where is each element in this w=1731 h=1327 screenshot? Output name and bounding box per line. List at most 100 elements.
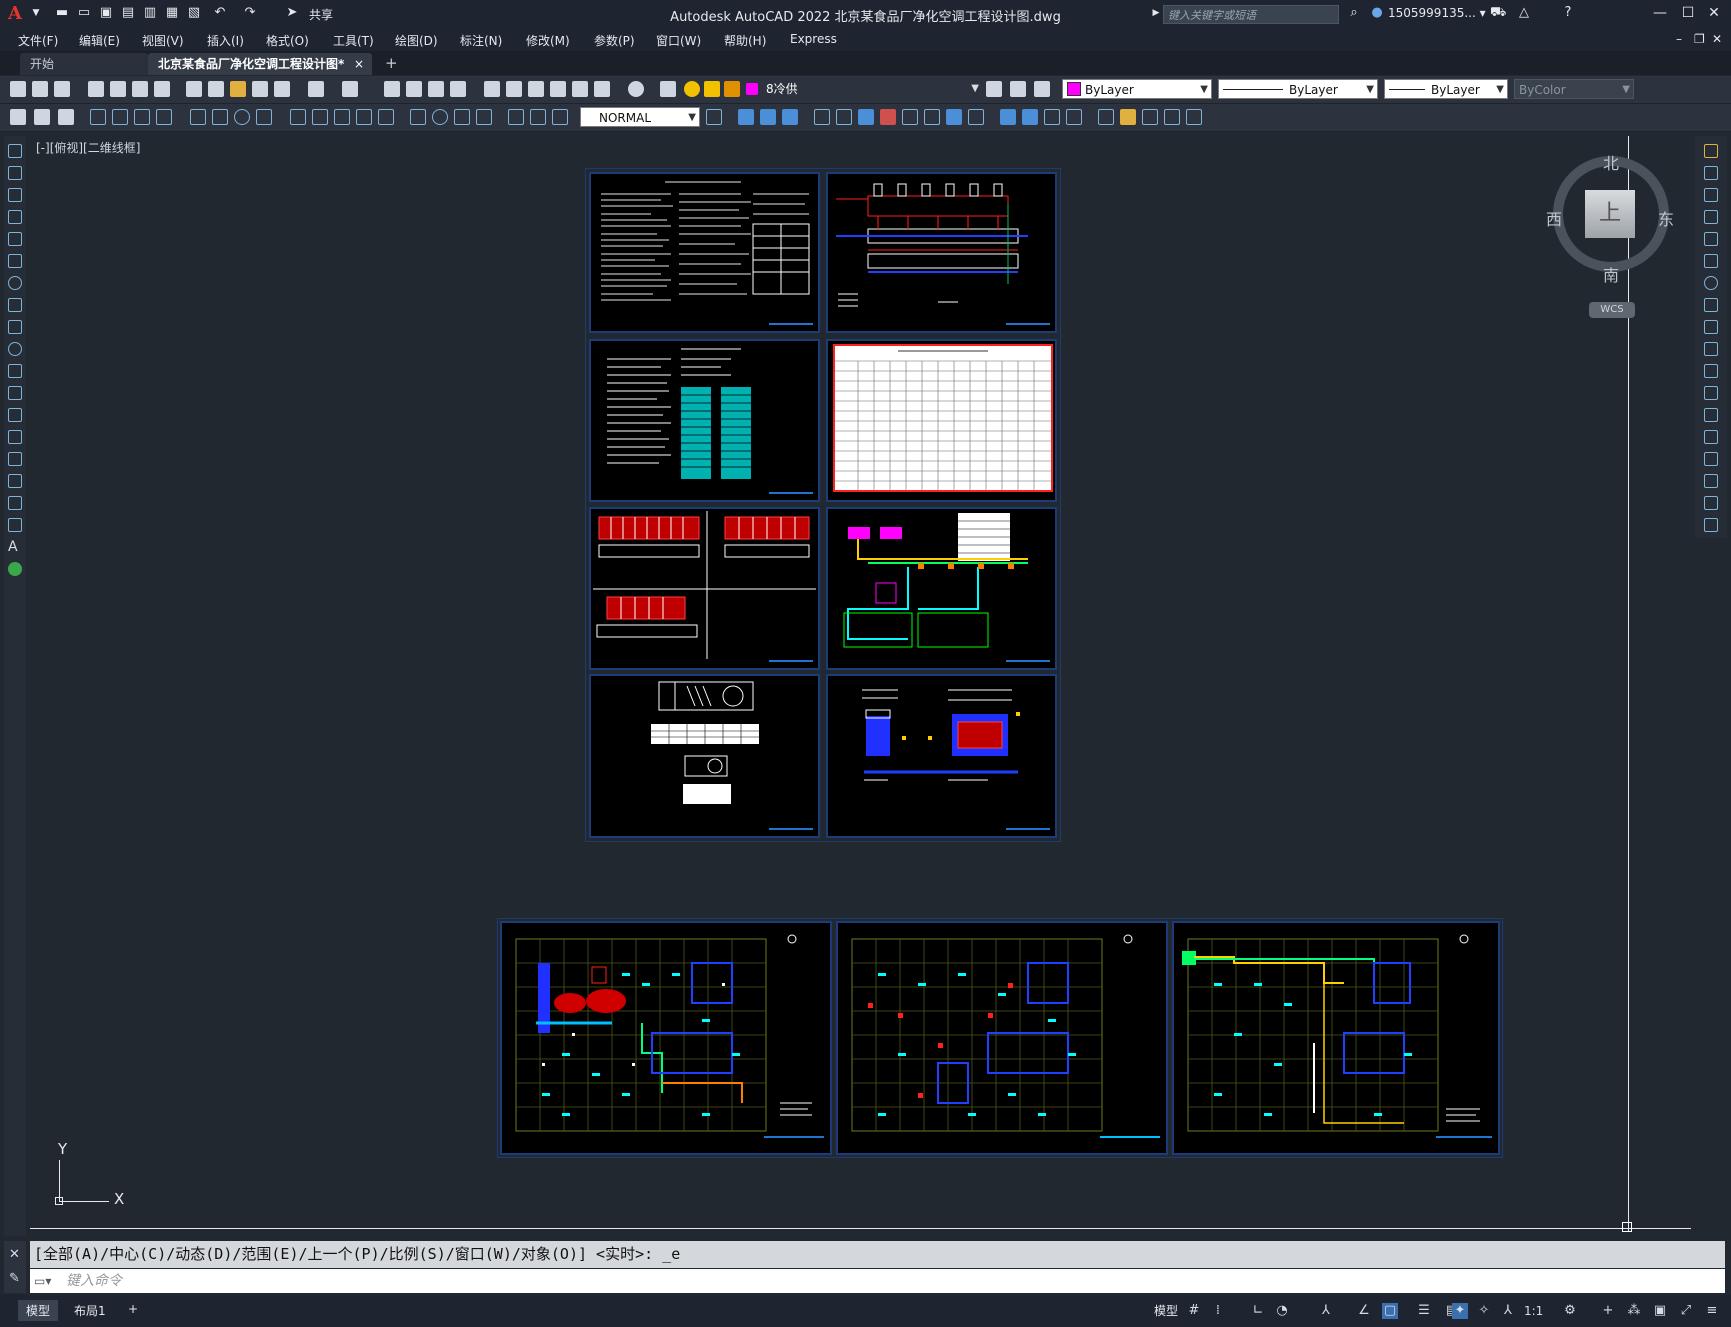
new-icon[interactable] (10, 81, 26, 97)
preview-icon[interactable] (110, 81, 126, 97)
modify-3-icon[interactable] (858, 109, 874, 125)
layer-iso-icon[interactable] (34, 109, 50, 125)
dim-text-edit-icon[interactable] (530, 109, 546, 125)
help-tb-icon[interactable] (628, 81, 644, 97)
modify-8-icon[interactable] (968, 109, 984, 125)
polygon-icon[interactable] (8, 210, 22, 224)
compass-west[interactable]: 西 (1546, 206, 1562, 230)
block-editor-icon[interactable] (274, 81, 290, 97)
blend-icon[interactable] (1704, 496, 1718, 510)
insert-block-icon[interactable] (8, 386, 22, 400)
menu-modify[interactable]: 修改(M) (526, 32, 570, 49)
copy-object-icon[interactable] (1704, 166, 1718, 180)
fillet-icon[interactable] (1704, 474, 1718, 488)
copy-icon[interactable] (208, 81, 224, 97)
radius-dim-icon[interactable] (190, 109, 206, 125)
redo-icon[interactable]: ↷ (242, 6, 258, 20)
join-icon[interactable] (1704, 430, 1718, 444)
modify-2-icon[interactable] (836, 109, 852, 125)
dim-space-icon[interactable] (356, 109, 372, 125)
layer-lock-icon[interactable] (724, 81, 740, 97)
tolerance-icon[interactable] (410, 109, 426, 125)
aligned-dim-icon[interactable] (112, 109, 128, 125)
zoom-realtime-icon[interactable] (406, 81, 422, 97)
dim-edit-icon[interactable] (508, 109, 524, 125)
tab-model[interactable]: 模型 (18, 1300, 59, 1321)
point-icon[interactable] (8, 430, 22, 444)
lineweight-icon[interactable]: ☰ (1416, 1303, 1432, 1319)
match-properties-icon[interactable] (252, 81, 268, 97)
jogged-dim-icon[interactable] (212, 109, 228, 125)
dim-update-icon[interactable] (552, 109, 568, 125)
move-icon[interactable] (1704, 254, 1718, 268)
erase-icon[interactable] (1704, 144, 1718, 158)
close-button[interactable]: ✕ (1704, 4, 1724, 22)
share-icon[interactable]: ➤ (284, 6, 300, 20)
new-file-icon[interactable]: ▬ (54, 6, 70, 20)
ellipse-icon[interactable] (8, 342, 22, 356)
help-icon[interactable]: ? (1560, 6, 1576, 20)
autodesk-app-icon[interactable]: △ (1516, 6, 1532, 20)
customize-icon[interactable]: ≡ (1704, 1303, 1720, 1319)
menu-draw[interactable]: 绘图(D) (395, 32, 438, 49)
circle-icon[interactable] (8, 276, 22, 290)
layer-properties-icon[interactable] (660, 81, 676, 97)
pan-icon[interactable] (384, 81, 400, 97)
jogged-linear-icon[interactable] (476, 109, 492, 125)
gradient-icon[interactable] (8, 474, 22, 488)
app-menu-chevron-icon[interactable]: ▼ (28, 6, 44, 20)
drawing-sheet-ahu-sections[interactable] (589, 507, 820, 670)
make-current-icon[interactable] (986, 81, 1002, 97)
linear-dim-icon[interactable] (90, 109, 106, 125)
extend-icon[interactable] (1704, 364, 1718, 378)
menu-help[interactable]: 帮助(H) (724, 32, 766, 49)
layer-on-icon[interactable] (684, 81, 700, 97)
scale-icon[interactable] (1704, 298, 1718, 312)
sheet-set-icon[interactable] (550, 81, 566, 97)
layer-dropdown[interactable]: 8冷供 ▼ (762, 79, 982, 99)
modify-16-icon[interactable] (1164, 109, 1180, 125)
angular-dim-icon[interactable] (256, 109, 272, 125)
menu-window[interactable]: 窗口(W) (656, 32, 701, 49)
cut-icon[interactable] (186, 81, 202, 97)
tab-close-icon[interactable]: × (354, 53, 364, 75)
floor-plan-1[interactable] (500, 921, 832, 1155)
rotate-icon[interactable] (1704, 276, 1718, 290)
snap-icon[interactable]: ⁞ (1210, 1303, 1226, 1319)
modify-10-icon[interactable] (1022, 109, 1038, 125)
open-file-icon[interactable]: ▭ (76, 6, 92, 20)
save-web-icon[interactable]: ▦ (164, 6, 180, 20)
ellipse-arc-icon[interactable] (8, 364, 22, 378)
search-icon[interactable]: ⌕ (1346, 6, 1362, 20)
modify-9-icon[interactable] (1000, 109, 1016, 125)
drawing-sheet-room-details[interactable] (826, 674, 1057, 838)
break-icon[interactable] (1704, 408, 1718, 422)
color-dropdown[interactable]: ByLayer ▼ (1062, 79, 1212, 99)
drawing-sheet-system-diagram[interactable] (826, 172, 1057, 333)
grid-icon[interactable]: # (1186, 1303, 1202, 1319)
properties-icon[interactable] (484, 81, 500, 97)
ordinate-dim-icon[interactable] (156, 109, 172, 125)
doc-restore-button[interactable]: ❐ (1694, 32, 1705, 46)
layer-previous-icon[interactable] (1010, 81, 1026, 97)
annotation-monitor-icon[interactable]: + (1600, 1303, 1616, 1319)
modify-6-icon[interactable] (924, 109, 940, 125)
calculator-icon[interactable] (594, 81, 610, 97)
array-icon[interactable] (1704, 232, 1718, 246)
command-window-handle[interactable]: ✕ ✎ (4, 1241, 26, 1293)
layer-freeze-icon[interactable] (704, 81, 720, 97)
new-tab-button[interactable]: + (385, 54, 398, 72)
doc-minimize-button[interactable]: – (1676, 32, 1682, 46)
undo-tb-icon[interactable] (308, 81, 324, 97)
line-tool-icon[interactable] (8, 144, 22, 158)
zoom-previous-icon[interactable] (450, 81, 466, 97)
undo-icon[interactable]: ↶ (212, 6, 228, 20)
layer-state-icon[interactable] (1034, 81, 1050, 97)
ortho-icon[interactable]: ∟ (1250, 1303, 1266, 1319)
auto-scale-icon[interactable]: ✧ (1476, 1303, 1492, 1319)
diameter-dim-icon[interactable] (234, 109, 250, 125)
save-tb-icon[interactable] (54, 81, 70, 97)
send-back-icon[interactable] (760, 109, 776, 125)
drawing-sheet-equipment-list[interactable] (589, 339, 820, 502)
object-snap-icon[interactable]: ▢ (1382, 1303, 1398, 1319)
